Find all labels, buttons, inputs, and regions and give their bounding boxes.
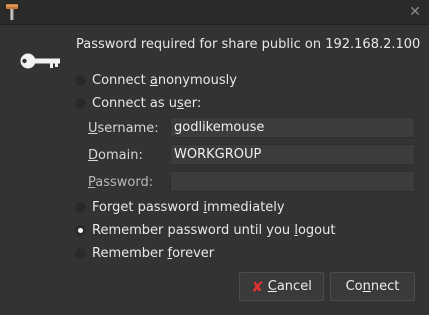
radio-forget-immediately[interactable]: Forget password immediately	[75, 198, 285, 216]
connect-button[interactable]: Connect	[330, 272, 415, 301]
username-field[interactable]: godlikemouse	[170, 117, 415, 138]
radio-remember-until-logout[interactable]: Remember password until you logout	[75, 221, 335, 239]
radio-label: Remember password until you logout	[92, 222, 336, 238]
close-icon[interactable]: ✕	[407, 4, 423, 20]
radio-connect-anonymously[interactable]: Connect anonymously	[75, 71, 237, 89]
password-field[interactable]	[170, 171, 415, 192]
titlebar: ✕	[0, 0, 429, 25]
username-label: Username:	[88, 121, 159, 136]
radio-label: Connect as user:	[92, 95, 202, 111]
cancel-button[interactable]: ✘ Cancel	[239, 272, 324, 301]
key-icon	[20, 53, 60, 69]
domain-label: Domain:	[88, 148, 143, 163]
radio-button[interactable]	[75, 97, 86, 109]
radio-button[interactable]	[75, 201, 86, 213]
domain-field[interactable]: WORKGROUP	[170, 144, 415, 165]
password-dialog: ✕ Password required for share public on …	[0, 0, 429, 315]
connect-label: Connect	[345, 279, 400, 294]
radio-button[interactable]	[75, 74, 86, 86]
password-label: Password:	[88, 175, 154, 190]
radio-connect-as-user[interactable]: Connect as user:	[75, 94, 201, 112]
radio-label: Forget password immediately	[92, 199, 285, 215]
radio-button-selected[interactable]	[75, 224, 86, 236]
radio-label: Connect anonymously	[92, 72, 237, 88]
radio-button[interactable]	[75, 247, 86, 259]
cancel-x-icon: ✘	[251, 277, 264, 296]
dialog-message: Password required for share public on 19…	[76, 37, 421, 52]
radio-label: Remember forever	[92, 245, 215, 261]
tool-icon	[6, 4, 18, 20]
cancel-label: Cancel	[267, 279, 312, 294]
radio-remember-forever[interactable]: Remember forever	[75, 244, 214, 262]
